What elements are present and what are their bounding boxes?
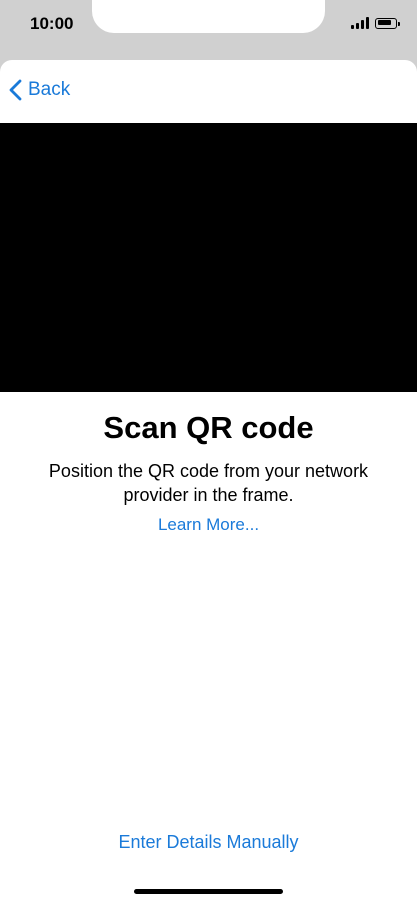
- navigation-bar: Back: [0, 60, 417, 123]
- camera-viewfinder: [0, 123, 417, 392]
- device-screen: 10:00 Back Scan QR code Position the QR …: [0, 0, 417, 905]
- home-indicator[interactable]: [134, 889, 283, 894]
- scan-qr-sheet: Back Scan QR code Position the QR code f…: [0, 60, 417, 905]
- status-time: 10:00: [30, 14, 74, 33]
- status-icons: [351, 17, 400, 29]
- enter-details-manually-button[interactable]: Enter Details Manually: [0, 832, 417, 853]
- learn-more-link[interactable]: Learn More...: [0, 515, 417, 535]
- chevron-left-icon: [9, 79, 22, 101]
- battery-cap: [398, 21, 400, 26]
- battery-icon: [375, 17, 400, 29]
- cellular-signal-icon: [351, 17, 369, 29]
- battery-level: [377, 20, 392, 25]
- device-notch: [92, 0, 325, 33]
- instructions-text: Position the QR code from your network p…: [48, 461, 369, 505]
- back-button[interactable]: Back: [9, 79, 70, 101]
- back-button-label: Back: [28, 79, 71, 100]
- page-title: Scan QR code: [103, 410, 314, 445]
- status-bar: 10:00: [0, 0, 417, 62]
